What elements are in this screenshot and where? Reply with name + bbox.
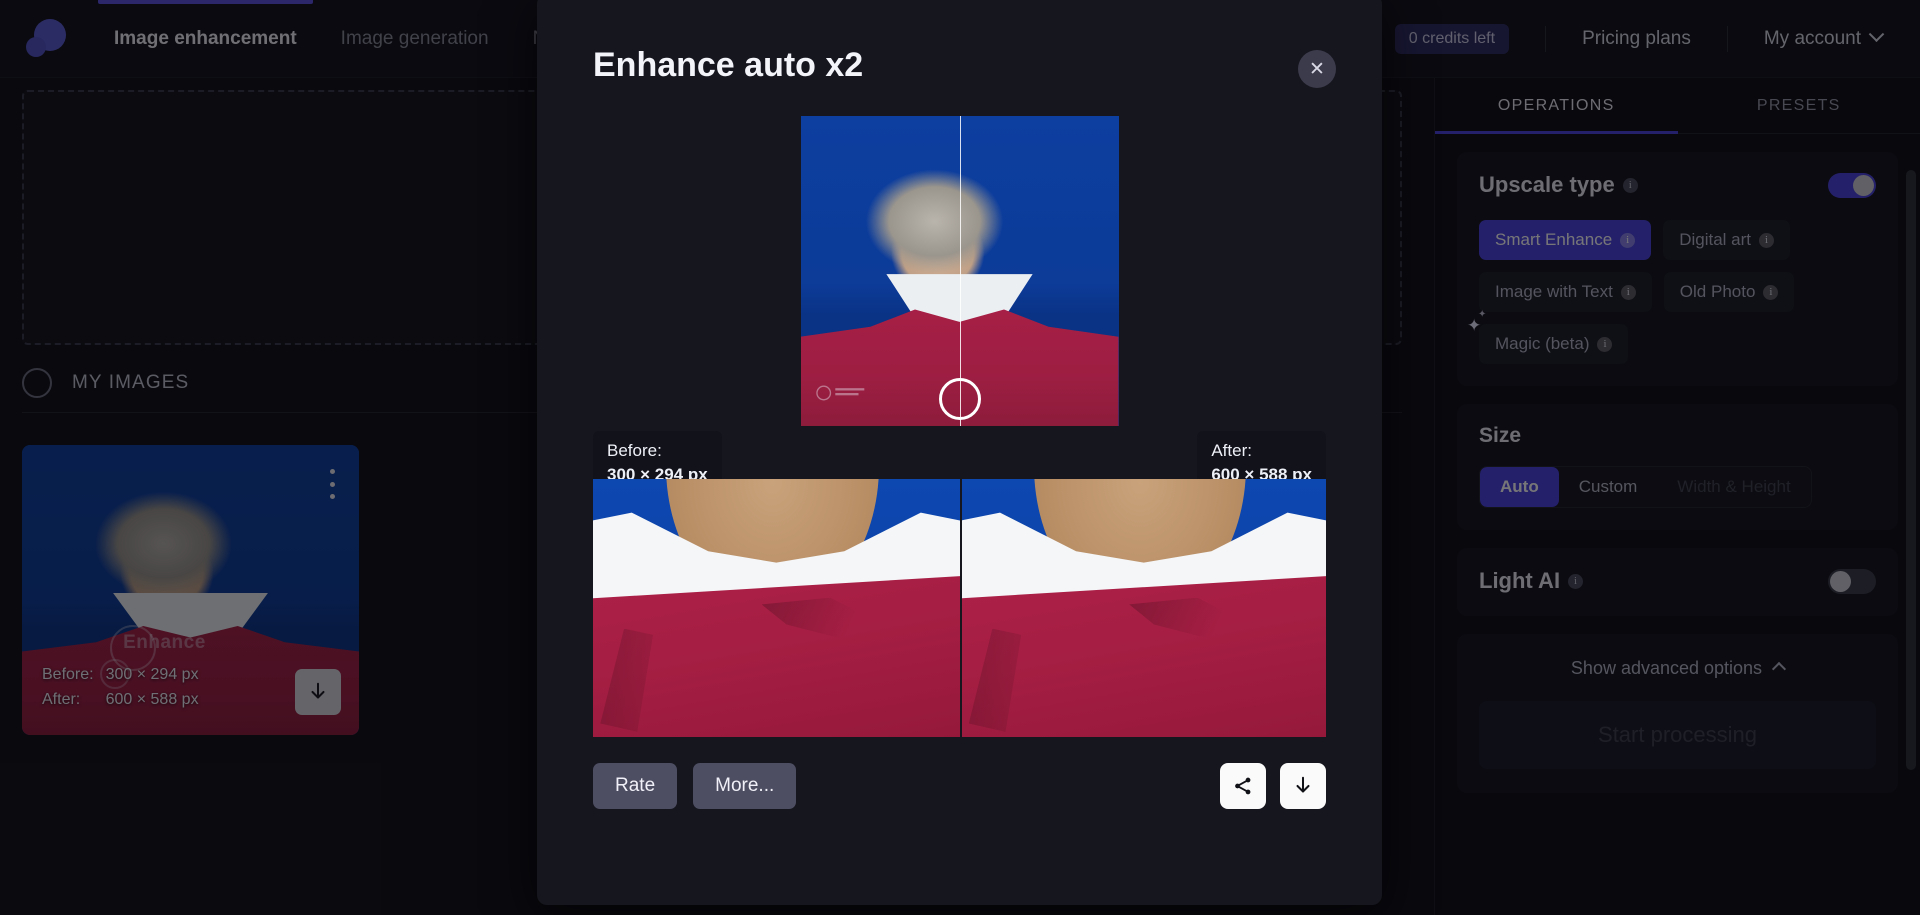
close-glyph: ✕ [1309,58,1325,80]
hero-comparison-image[interactable] [800,116,1119,426]
share-icon [1235,777,1251,795]
more-button[interactable]: More... [693,763,797,809]
comparison-slider-handle[interactable] [938,378,981,420]
modal-footer: Rate More... [593,761,1326,811]
modal-download-button[interactable] [1280,763,1326,809]
modal-title: Enhance auto x2 [593,46,864,84]
close-icon[interactable]: ✕ [1298,50,1336,88]
after-label: After: [1211,441,1252,460]
rate-button[interactable]: Rate [593,763,678,809]
before-label: Before: [607,441,662,460]
result-modal: Enhance auto x2 ✕ Before: 300 × 294 px A… [537,0,1382,905]
comparison-labels: Before: 300 × 294 px After: 600 × 588 px [593,431,1326,497]
app-root: Image enhancement Image generation N 0 c… [0,0,1920,915]
hero-watermark-icon [815,385,864,401]
pane-after [959,479,1326,737]
download-icon [1296,776,1310,793]
pane-before [593,479,960,737]
comparison-panes[interactable] [593,479,1326,737]
share-button[interactable] [1220,763,1266,809]
